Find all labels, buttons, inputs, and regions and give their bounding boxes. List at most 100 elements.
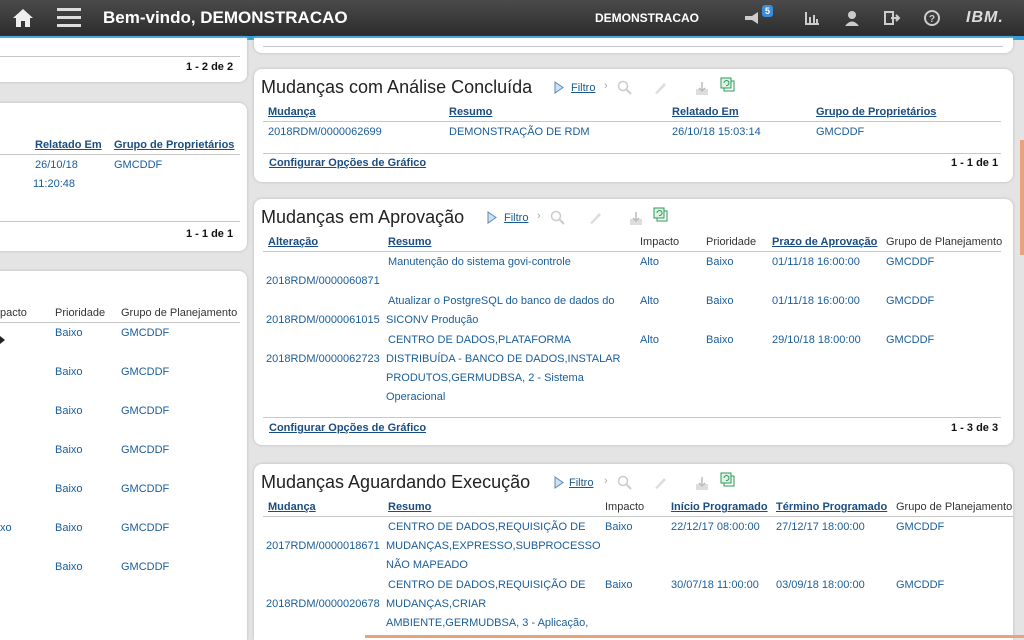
- menu-icon[interactable]: [57, 8, 81, 28]
- col-termino-programado[interactable]: Término Programado: [776, 501, 887, 513]
- cell-priority: Baixo: [55, 483, 83, 495]
- col-grupo-planejamento: Grupo de Planejamento: [121, 307, 238, 319]
- col-mudanca[interactable]: Mudança: [268, 106, 316, 118]
- cell-id[interactable]: 2018RDM/0000062699: [268, 123, 382, 142]
- cell-group[interactable]: GMCDDF: [114, 156, 162, 175]
- cell-group[interactable]: GMCDDF: [121, 558, 169, 577]
- cell-group[interactable]: GMCDDF: [121, 363, 169, 382]
- filter-icon[interactable]: [554, 476, 564, 489]
- logout-icon[interactable]: [883, 9, 901, 27]
- cell-resumo-cont[interactable]: PRODUTOS,GERMUDBSA, 2 - Sistema: [386, 369, 584, 388]
- cell-resumo-cont[interactable]: MUDANÇAS,EXPRESSO,SUBPROCESSO: [386, 537, 601, 556]
- help-icon[interactable]: ?: [923, 9, 941, 27]
- clear-filter-icon[interactable]: [587, 210, 603, 226]
- cell-group[interactable]: GMCDDF: [121, 324, 169, 343]
- horizontal-scrollbar[interactable]: [365, 635, 1024, 638]
- cell-group[interactable]: GMCDDF: [121, 519, 169, 538]
- table-row: 2018RDM/0000062723 CENTRO DE DADOS,PLATA…: [254, 331, 1013, 407]
- filter-link[interactable]: Filtro: [569, 477, 593, 489]
- profile-icon[interactable]: [843, 9, 861, 27]
- refresh-icon[interactable]: [653, 207, 669, 223]
- col-prazo-aprovacao[interactable]: Prazo de Aprovação: [772, 236, 877, 248]
- col-impacto: Impacto: [605, 501, 645, 513]
- col-resumo[interactable]: Resumo: [449, 106, 492, 118]
- cell-impact: Baixo: [605, 521, 633, 533]
- clear-filter-icon[interactable]: [652, 80, 668, 96]
- cell-group[interactable]: GMCDDF: [121, 441, 169, 460]
- cell-impact: Baixo: [605, 579, 633, 591]
- cell-group[interactable]: GMCDDF: [896, 518, 944, 537]
- download-icon[interactable]: [694, 81, 710, 97]
- panel-title: Mudanças Aguardando Execução: [261, 472, 531, 492]
- pager: 1 - 1 de 1: [186, 228, 234, 240]
- cell-id[interactable]: 2018RDM/0000061015: [266, 311, 380, 330]
- search-icon[interactable]: [617, 475, 633, 491]
- search-icon[interactable]: [617, 80, 633, 96]
- cell-id[interactable]: 2018RDM/0000060871: [266, 272, 380, 291]
- download-icon[interactable]: [694, 476, 710, 492]
- cell-id[interactable]: 2018RDM/0000020678: [266, 595, 380, 614]
- divider: [0, 56, 240, 57]
- table-row: Baixo GMCDDF: [0, 480, 247, 500]
- cell-group[interactable]: GMCDDF: [896, 576, 944, 595]
- pager: 1 - 2 de 2: [186, 61, 234, 73]
- col-inicio-programado[interactable]: Início Programado: [671, 501, 768, 513]
- col-grupo-proprietarios[interactable]: Grupo de Proprietários: [114, 139, 234, 151]
- config-chart-link[interactable]: Configurar Opções de Gráfico: [269, 157, 426, 169]
- chart-icon[interactable]: [803, 9, 821, 27]
- chevron-right-icon: ›: [604, 475, 608, 487]
- cell-resumo-cont[interactable]: Operacional: [386, 388, 445, 407]
- cell-resumo[interactable]: CENTRO DE DADOS,PLATAFORMA: [388, 331, 571, 350]
- cell-group[interactable]: GMCDDF: [886, 292, 934, 311]
- col-relatado-em[interactable]: Relatado Em: [672, 106, 739, 118]
- col-resumo[interactable]: Resumo: [388, 501, 431, 513]
- filter-icon[interactable]: [554, 81, 564, 94]
- col-resumo[interactable]: Resumo: [388, 236, 431, 248]
- cell-date: 26/10/18 15:03:14: [672, 126, 761, 138]
- refresh-icon[interactable]: [720, 77, 736, 93]
- cell-start: 22/12/17 08:00:00: [671, 521, 760, 533]
- cell-resumo-cont[interactable]: SICONV Produção: [386, 311, 478, 330]
- cell-group[interactable]: GMCDDF: [816, 123, 864, 142]
- cell-group[interactable]: GMCDDF: [121, 480, 169, 499]
- cell-group[interactable]: GMCDDF: [121, 402, 169, 421]
- cell-resumo[interactable]: DEMONSTRAÇÃO DE RDM: [449, 123, 590, 142]
- cell-resumo-cont[interactable]: MUDANÇAS,CRIAR: [386, 595, 486, 614]
- col-prioridade: Prioridade: [55, 307, 106, 319]
- cell-group[interactable]: GMCDDF: [886, 331, 934, 350]
- col-grupo-proprietarios[interactable]: Grupo de Proprietários: [816, 106, 936, 118]
- filter-icon[interactable]: [487, 211, 497, 224]
- right-panel-top: [254, 38, 1013, 53]
- divider: [0, 154, 240, 155]
- search-icon[interactable]: [550, 210, 566, 226]
- cell-time: 11:20:48: [33, 178, 76, 190]
- cell-group[interactable]: GMCDDF: [886, 253, 934, 272]
- megaphone-icon[interactable]: [743, 9, 761, 27]
- collapse-arrow-icon[interactable]: [0, 336, 5, 344]
- filter-link[interactable]: Filtro: [504, 212, 528, 224]
- download-icon[interactable]: [628, 211, 644, 227]
- panel-aguardando-execucao: Mudanças Aguardando Execução Filtro › Mu…: [254, 464, 1013, 640]
- vertical-scrollbar[interactable]: [1020, 140, 1024, 255]
- page-title: Bem-vindo, DEMONSTRACAO: [103, 8, 348, 27]
- cell-priority: Baixo: [55, 366, 83, 378]
- cell-id[interactable]: 2017RDM/0000018671: [266, 537, 380, 556]
- clear-filter-icon[interactable]: [652, 475, 668, 491]
- cell-resumo[interactable]: CENTRO DE DADOS,REQUISIÇÃO DE: [388, 576, 585, 595]
- config-chart-link[interactable]: Configurar Opções de Gráfico: [269, 422, 426, 434]
- cell-priority: Baixo: [55, 405, 83, 417]
- col-mudanca[interactable]: Mudança: [268, 501, 316, 513]
- filter-link[interactable]: Filtro: [571, 82, 595, 94]
- home-icon[interactable]: [12, 7, 34, 29]
- cell-resumo-cont[interactable]: DISTRIBUÍDA - BANCO DE DADOS,INSTALAR: [386, 350, 621, 369]
- cell-impact: Alto: [640, 334, 659, 346]
- refresh-icon[interactable]: [720, 472, 736, 488]
- cell-resumo[interactable]: Atualizar o PostgreSQL do banco de dados…: [388, 292, 614, 311]
- col-alteracao[interactable]: Alteração: [268, 236, 318, 248]
- cell-id[interactable]: 2018RDM/0000062723: [266, 350, 380, 369]
- cell-resumo-cont[interactable]: AMBIENTE,GERMUDBSA, 3 - Aplicação,: [386, 614, 588, 633]
- cell-resumo-cont[interactable]: NÃO MAPEADO: [386, 556, 468, 575]
- cell-resumo[interactable]: CENTRO DE DADOS,REQUISIÇÃO DE: [388, 518, 585, 537]
- cell-resumo[interactable]: Manutenção do sistema govi-controle: [388, 253, 571, 272]
- col-relatado-em[interactable]: Relatado Em: [35, 139, 102, 151]
